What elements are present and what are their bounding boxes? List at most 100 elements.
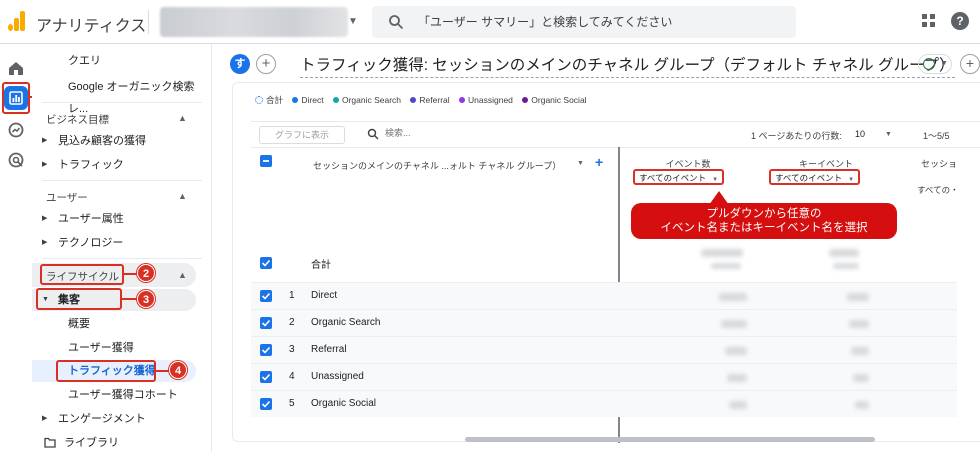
row-index: 3 xyxy=(289,344,295,355)
table-row[interactable]: 5 Organic Social xyxy=(251,390,957,417)
table-row[interactable]: 2 Organic Search xyxy=(251,309,957,336)
highlight-box xyxy=(36,288,122,310)
sidebar-item-library[interactable]: ライブラリ xyxy=(32,432,212,452)
legend-item[interactable]: Referral xyxy=(410,95,450,105)
sidebar-item-demographics[interactable]: ▶ ユーザー属性 xyxy=(32,208,212,230)
annotation-marker: 3 xyxy=(137,290,155,308)
row-checkbox[interactable] xyxy=(260,344,272,356)
divider xyxy=(42,180,202,181)
sidebar-item-organic-search[interactable]: Google オーガニック検索レ... xyxy=(32,76,212,115)
chevron-up-icon[interactable]: ▲ xyxy=(178,113,187,123)
row-channel-name: Referral xyxy=(311,344,347,355)
caret-down-icon: ▼ xyxy=(712,177,719,183)
chevron-down-icon[interactable]: ▼ xyxy=(348,16,358,27)
row-checkbox[interactable] xyxy=(260,398,272,410)
dimension-column-header[interactable]: セッションのメインのチャネル ...ォルト チャネル グループ） xyxy=(313,159,561,172)
caret-right-icon: ▶ xyxy=(42,137,48,144)
advertising-icon[interactable] xyxy=(6,150,26,170)
chevron-down-icon[interactable]: ▼ xyxy=(885,131,892,138)
search-bar[interactable] xyxy=(372,6,796,38)
highlight-box xyxy=(40,264,124,285)
page-title[interactable]: トラフィック獲得: セッションのメインのチャネル グループ（デフォルト チャネル… xyxy=(300,53,955,78)
report-card: 合計 Direct Organic Search Referral Unassi… xyxy=(232,82,980,443)
row-channel-name: Organic Search xyxy=(311,317,381,328)
key-event-dropdown[interactable]: すべてのイベント ▼ xyxy=(769,169,861,185)
search-icon xyxy=(367,128,379,140)
blurred-value xyxy=(829,249,859,257)
horizontal-scrollbar[interactable] xyxy=(465,437,875,442)
add-comparison-button[interactable]: + xyxy=(256,54,276,74)
blurred-value xyxy=(725,347,747,355)
table-row[interactable]: 1 Direct xyxy=(251,282,957,309)
total-row-checkbox[interactable] xyxy=(260,257,272,269)
legend-item[interactable]: Organic Search xyxy=(332,95,401,105)
sidebar-item-overview[interactable]: 概要 xyxy=(32,313,212,335)
sidebar-item-user-acquisition-cohort[interactable]: ユーザー獲得コホート xyxy=(32,384,212,406)
section-user[interactable]: ユーザー xyxy=(46,190,88,205)
divider xyxy=(251,147,980,148)
rows-per-page-select[interactable]: 10 xyxy=(855,129,865,139)
chevron-up-icon[interactable]: ▲ xyxy=(178,270,187,280)
highlight-box xyxy=(2,82,30,114)
row-checkbox[interactable] xyxy=(260,290,272,302)
page-header: す + トラフィック獲得: セッションのメインのチャネル グループ（デフォルト … xyxy=(230,50,980,80)
sidebar-item-query[interactable]: クエリ xyxy=(32,50,212,72)
row-checkbox[interactable] xyxy=(260,371,272,383)
plot-in-chart-button[interactable]: グラフに表示 xyxy=(259,126,345,144)
row-index: 1 xyxy=(289,290,295,301)
session-column-header[interactable]: セッショ xyxy=(921,157,957,170)
annotation-connector xyxy=(122,298,138,300)
chevron-down-icon[interactable]: ▼ xyxy=(577,160,584,167)
sidebar-item-user-acquisition[interactable]: ユーザー獲得 xyxy=(32,337,212,359)
section-business-goals[interactable]: ビジネス目標 xyxy=(46,112,109,127)
caret-right-icon: ▶ xyxy=(42,239,48,246)
analytics-logo-icon[interactable] xyxy=(8,11,26,31)
apps-grid-icon[interactable] xyxy=(922,14,936,28)
annotation-marker: 4 xyxy=(169,361,187,379)
caret-right-icon: ▶ xyxy=(42,215,48,222)
total-row-label: 合計 xyxy=(311,260,331,271)
row-checkbox[interactable] xyxy=(260,317,272,329)
account-selector[interactable] xyxy=(160,7,348,37)
chart-legend: 合計 Direct Organic Search Referral Unassi… xyxy=(255,94,594,106)
divider xyxy=(251,121,980,122)
add-button[interactable]: + xyxy=(960,54,980,74)
check-icon xyxy=(261,400,271,408)
chevron-down-icon: ▼ xyxy=(941,60,948,67)
legend-dot xyxy=(410,97,417,103)
explore-icon[interactable] xyxy=(6,120,26,140)
session-column-dropdown[interactable]: すべての・ xyxy=(917,184,959,196)
table-row[interactable]: 3 Referral xyxy=(251,336,957,363)
blurred-value xyxy=(727,374,747,382)
check-circle-icon xyxy=(923,58,935,70)
legend-item[interactable]: Unassigned xyxy=(459,95,513,105)
check-icon xyxy=(261,292,271,300)
table-search-input[interactable] xyxy=(385,128,585,138)
blurred-value xyxy=(849,320,869,328)
add-dimension-button[interactable]: + xyxy=(595,154,603,170)
row-channel-name: Unassigned xyxy=(311,371,364,382)
chevron-up-icon[interactable]: ▲ xyxy=(178,191,187,201)
help-icon[interactable]: ? xyxy=(951,12,969,30)
caret-right-icon: ▶ xyxy=(42,415,48,422)
search-input[interactable] xyxy=(418,12,778,32)
rows-per-page-label: 1 ページあたりの行数: xyxy=(751,131,842,141)
select-all-checkbox[interactable] xyxy=(260,155,272,167)
sidebar-item-technology[interactable]: ▶ テクノロジー xyxy=(32,232,212,254)
table-row[interactable]: 4 Unassigned xyxy=(251,363,957,390)
sidebar-item-lead-acquisition[interactable]: ▶ 見込み顧客の獲得 xyxy=(32,130,212,152)
legend-item[interactable]: Direct xyxy=(292,95,324,105)
blurred-value xyxy=(701,249,743,257)
sidebar-item-traffic[interactable]: ▶ トラフィック xyxy=(32,154,212,176)
sidebar-item-engagement[interactable]: ▶ エンゲージメント xyxy=(32,408,212,430)
check-icon xyxy=(261,259,271,267)
legend-dot xyxy=(332,97,339,103)
blurred-value xyxy=(855,401,869,409)
legend-item[interactable]: Organic Social xyxy=(522,95,587,105)
event-count-dropdown[interactable]: すべてのイベント ▼ xyxy=(633,169,725,185)
legend-dot xyxy=(459,97,466,103)
avatar[interactable]: す xyxy=(230,54,250,74)
legend-item-total[interactable]: 合計 xyxy=(255,94,283,106)
home-icon[interactable] xyxy=(6,58,26,78)
status-button[interactable]: ▼ xyxy=(918,54,952,74)
